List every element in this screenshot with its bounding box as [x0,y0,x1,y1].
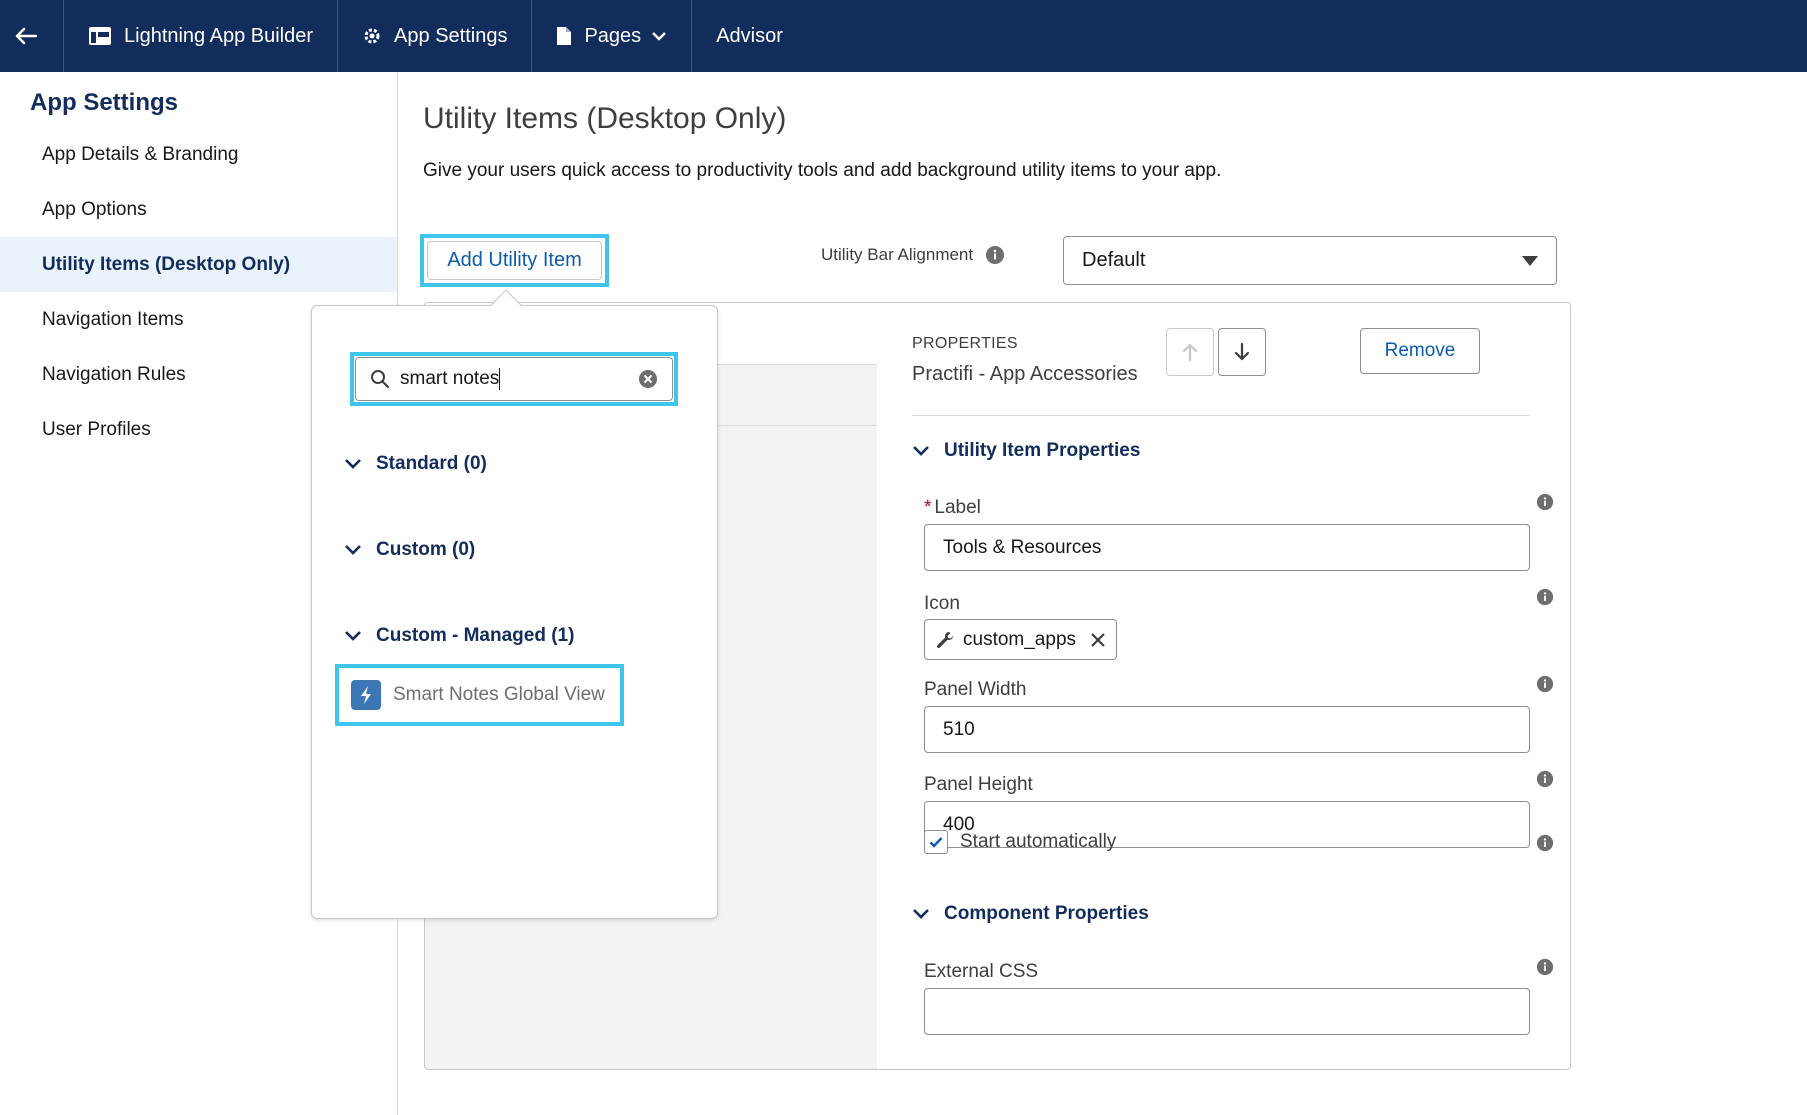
info-icon[interactable] [1536,770,1554,788]
label-input[interactable]: Tools & Resources [924,524,1530,571]
component-properties-label: Component Properties [944,903,1149,924]
chevron-down-icon [913,446,929,456]
pages-label: Pages [584,24,642,47]
sidebar-title: App Settings [30,89,178,116]
result-label: Smart Notes Global View [393,684,605,705]
pages-menu[interactable]: Pages [532,0,693,72]
info-icon[interactable] [985,245,1005,265]
close-icon[interactable] [1090,632,1106,648]
group-custom-label: Custom (0) [376,539,476,560]
utility-bar-alignment: Utility Bar Alignment [821,245,1005,265]
add-utility-item-button[interactable]: Add Utility Item [427,241,602,280]
group-custom[interactable]: Custom (0) [344,539,475,561]
arrow-up-icon [1182,343,1198,362]
chevron-down-icon [345,631,361,641]
properties-heading: PROPERTIES [912,335,1018,352]
icon-field-label: Icon [924,593,960,614]
utility-item-properties-section[interactable]: Utility Item Properties [912,440,1140,462]
arrow-left-icon [15,27,37,45]
sidebar-item-app-details[interactable]: App Details & Branding [0,127,397,182]
info-icon[interactable] [1536,834,1554,852]
move-down-button[interactable] [1218,328,1266,376]
advisor-label: Advisor [716,24,783,47]
external-css-input[interactable] [924,988,1530,1035]
start-automatically-label: Start automatically [960,831,1117,852]
dropdown-triangle-icon [1522,255,1538,266]
clear-icon[interactable] [638,369,658,389]
add-utility-item-popover: smart notes Standard (0) Custom (0) Cust… [311,289,718,919]
start-automatically-row: Start automatically [924,830,1116,854]
page-title: Utility Items (Desktop Only) [423,102,787,135]
component-properties-section[interactable]: Component Properties [912,903,1149,925]
move-up-button[interactable] [1166,328,1214,376]
text-caret [499,367,501,390]
panel-width-label: Panel Width [924,679,1027,700]
label-field-label: * Label [924,497,981,519]
group-standard[interactable]: Standard (0) [344,453,487,475]
chevron-down-icon [913,909,929,919]
lightning-app-builder-tab[interactable]: Lightning App Builder [64,0,339,72]
gear-icon [364,28,380,44]
properties-component-name: Practifi - App Accessories [912,363,1138,385]
required-marker: * [924,497,932,518]
wrench-icon [937,631,953,648]
result-smart-notes-global-view[interactable]: Smart Notes Global View [335,664,624,726]
panel-height-label: Panel Height [924,774,1033,795]
back-button[interactable] [0,0,64,72]
group-standard-label: Standard (0) [376,453,487,474]
info-icon[interactable] [1536,958,1554,976]
panel-width-input[interactable]: 510 [924,706,1530,753]
icon-pill[interactable]: custom_apps [924,619,1118,660]
search-value: smart notes [400,368,500,389]
utility-bar-alignment-label: Utility Bar Alignment [821,245,974,264]
search-icon [371,370,390,389]
info-icon[interactable] [1536,675,1554,693]
utility-item-properties-label: Utility Item Properties [944,440,1141,461]
page-description: Give your users quick access to producti… [423,160,1222,181]
start-automatically-checkbox[interactable] [924,830,948,854]
chevron-down-icon [652,32,667,41]
group-custom-managed-label: Custom - Managed (1) [376,625,575,646]
utility-bar-alignment-select[interactable]: Default [1063,236,1557,285]
remove-button[interactable]: Remove [1360,328,1480,374]
lightning-component-icon [351,680,381,710]
icon-pill-value: custom_apps [963,628,1077,650]
app-builder-icon [89,27,111,45]
search-highlight: smart notes [350,352,678,406]
alignment-selected-value: Default [1082,249,1146,271]
checkmark-icon [929,837,943,848]
search-input[interactable]: smart notes [355,357,673,401]
divider [912,415,1530,416]
info-icon[interactable] [1536,493,1554,511]
lightning-app-builder-label: Lightning App Builder [124,24,314,47]
chevron-down-icon [345,459,361,469]
page-icon [557,27,572,45]
advisor-tab[interactable]: Advisor [692,0,807,72]
group-custom-managed[interactable]: Custom - Managed (1) [344,625,574,647]
info-icon[interactable] [1536,588,1554,606]
sidebar-item-app-options[interactable]: App Options [0,182,397,237]
label-text: Label [934,497,981,518]
arrow-down-icon [1234,342,1250,361]
external-css-label: External CSS [924,961,1039,982]
add-utility-item-highlight: Add Utility Item [420,234,609,287]
chevron-down-icon [345,545,361,555]
app-settings-tab[interactable]: App Settings [338,0,533,72]
top-nav: Lightning App Builder App Settings Pages… [0,0,1807,72]
app-settings-label: App Settings [394,24,508,47]
sidebar-item-utility-items[interactable]: Utility Items (Desktop Only) [0,237,397,292]
